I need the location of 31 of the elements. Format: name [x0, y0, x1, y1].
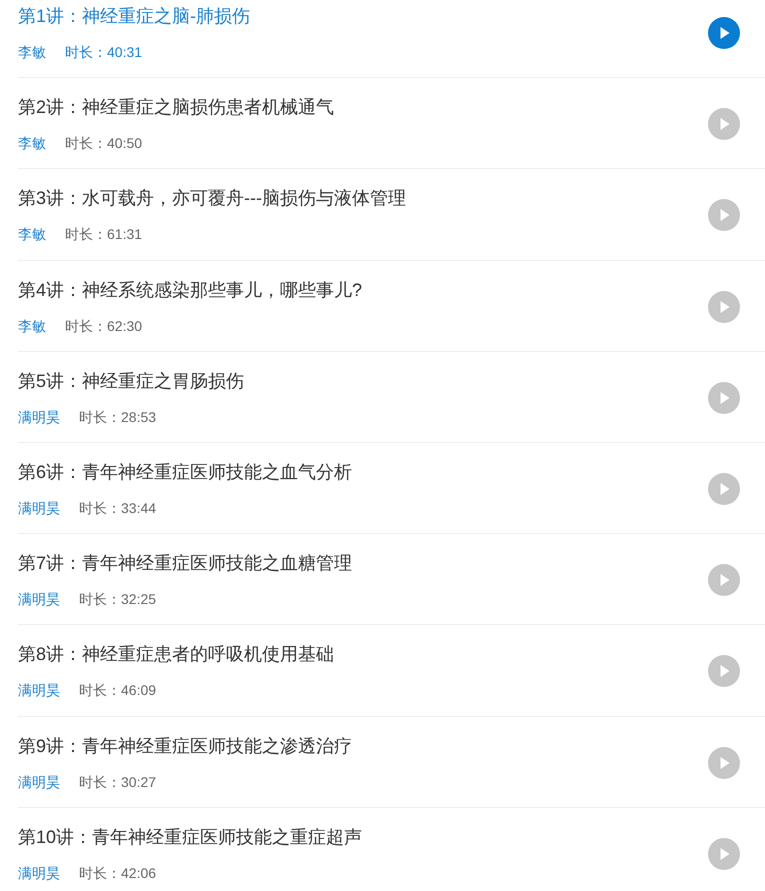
- lecturer-name: 满明昊: [18, 681, 60, 700]
- lecture-title[interactable]: 第6讲：青年神经重症医师技能之血气分析: [18, 460, 352, 484]
- duration-text: 时长：30:27: [79, 772, 156, 792]
- duration-text: 时长：46:09: [79, 681, 156, 700]
- duration-text: 时长：28:53: [79, 408, 156, 427]
- duration-text: 时长：40:50: [65, 134, 142, 154]
- lecture-title[interactable]: 第7讲：青年神经重症医师技能之血糖管理: [18, 551, 352, 576]
- lecture-title[interactable]: 第4讲：神经系统感染那些事儿，哪些事儿?: [18, 278, 362, 302]
- lecturer-name: 满明昊: [18, 590, 60, 610]
- lecturer-name: 李敏: [18, 316, 46, 336]
- duration-text: 时长：33:44: [79, 499, 156, 518]
- duration-text: 时长：42:06: [79, 864, 156, 883]
- lecturer-name: 李敏: [18, 225, 46, 244]
- duration-text: 时长：62:30: [65, 316, 142, 336]
- duration-text: 时长：40:31: [65, 43, 142, 62]
- play-icon[interactable]: [708, 17, 740, 50]
- lecturer-name: 满明昊: [18, 499, 60, 518]
- lecturer-name: 李敏: [18, 134, 46, 154]
- lecturer-name: 满明昊: [18, 772, 60, 792]
- lecture-title[interactable]: 第9讲：青年神经重症医师技能之渗透治疗: [18, 734, 352, 758]
- lecture-title[interactable]: 第10讲：青年神经重症医师技能之重症超声: [18, 824, 362, 849]
- lecturer-name: 满明昊: [18, 864, 60, 883]
- lecture-title[interactable]: 第2讲：神经重症之脑损伤患者机械通气: [18, 95, 334, 120]
- duration-text: 时长：32:25: [79, 590, 156, 610]
- lecture-title[interactable]: 第5讲：神经重症之胃肠损伤: [18, 368, 244, 393]
- duration-text: 时长：61:31: [65, 225, 142, 244]
- lecture-title[interactable]: 第1讲：神经重症之脑-肺损伤: [18, 4, 250, 28]
- lecture-title[interactable]: 第3讲：水可载舟，亦可覆舟---脑损伤与液体管理: [18, 186, 406, 210]
- lecturer-name: 李敏: [18, 43, 46, 62]
- lecture-title[interactable]: 第8讲：神经重症患者的呼吸机使用基础: [18, 642, 334, 666]
- lecturer-name: 满明昊: [18, 408, 60, 427]
